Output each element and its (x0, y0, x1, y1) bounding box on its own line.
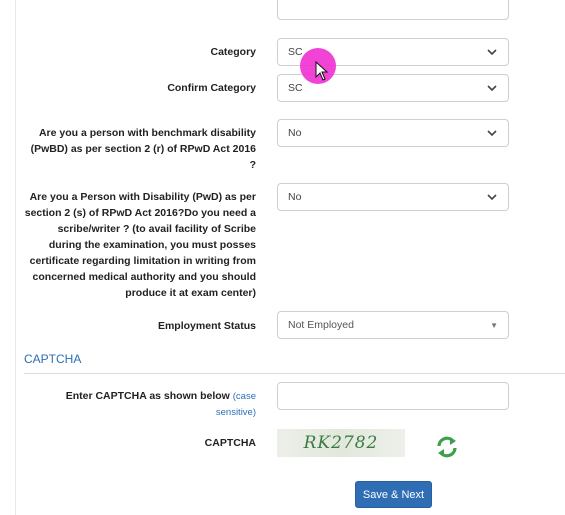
pwd-scribe-label: Are you a Person with Disability (PwD) a… (20, 189, 256, 301)
case-hint-continued: sensitive) (215, 407, 256, 418)
chevron-down-icon (486, 82, 498, 94)
case-hint: (case (232, 391, 256, 402)
chevron-down-icon (486, 127, 498, 139)
pwbd-label-line: Are you a person with benchmark disabili… (38, 127, 256, 139)
pwd-scribe-label-line: scribe/writer ? (to avail facility of Sc… (57, 223, 256, 235)
confirm-category-value: SC (288, 82, 303, 94)
pwd-scribe-label-line: during the examination, you must posses (48, 239, 256, 251)
confirm-category-label: Confirm Category (167, 82, 256, 94)
save-next-button[interactable]: Save & Next (355, 481, 432, 508)
captcha-input[interactable] (277, 382, 509, 410)
captcha-image: RK2782 (277, 429, 405, 457)
employment-status-select[interactable]: Not Employed ▼ (277, 311, 509, 339)
enter-captcha-label: Enter CAPTCHA as shown below (case sensi… (20, 388, 256, 421)
pwd-scribe-label-line: produce it at exam center) (125, 287, 256, 299)
captcha-section-title: CAPTCHA (24, 352, 82, 366)
previous-field-input[interactable] (277, 0, 509, 20)
mouse-pointer-icon (315, 61, 329, 81)
pwd-scribe-select[interactable]: No (277, 183, 509, 211)
left-border (15, 0, 16, 515)
chevron-down-icon (486, 46, 498, 58)
employment-status-value: Not Employed (288, 319, 354, 331)
pwbd-label-line: ? (249, 159, 256, 171)
pwbd-label: Are you a person with benchmark disabili… (20, 125, 256, 173)
pwd-scribe-label-line: section 2 (s) of RPwD Act 2016?Do you ne… (24, 207, 256, 219)
category-label: Category (210, 46, 256, 58)
captcha-label: CAPTCHA (204, 437, 256, 449)
category-value: SC (288, 46, 303, 58)
pwd-scribe-label-line: certificate regarding limitation in writ… (29, 255, 256, 267)
pwd-scribe-label-line: concerned medical authority and you shou… (32, 271, 256, 283)
pwbd-select[interactable]: No (277, 119, 509, 147)
chevron-down-icon (486, 191, 498, 203)
pwd-scribe-label-line: Are you a Person with Disability (PwD) a… (29, 191, 256, 203)
refresh-icon[interactable] (434, 434, 460, 460)
caret-down-icon: ▼ (490, 320, 498, 330)
section-divider (24, 373, 565, 374)
pwbd-label-line: (PwBD) as per section 2 (r) of RPwD Act … (30, 143, 256, 155)
pwbd-value: No (288, 127, 302, 139)
pwd-scribe-value: No (288, 191, 302, 203)
enter-captcha-label-text: Enter CAPTCHA as shown below (65, 390, 230, 402)
employment-status-label: Employment Status (157, 320, 256, 332)
